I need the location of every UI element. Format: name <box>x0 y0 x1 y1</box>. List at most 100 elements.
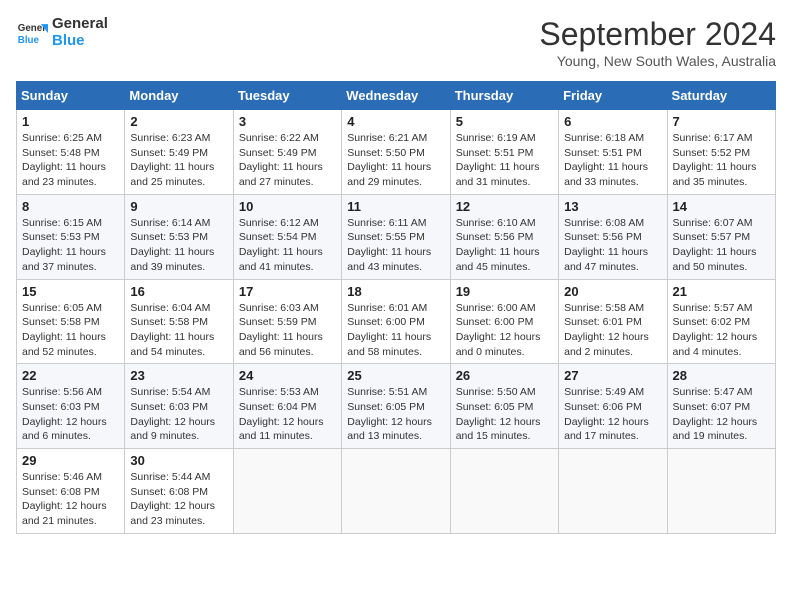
day-number: 16 <box>130 284 227 299</box>
logo-icon: General Blue <box>16 17 48 49</box>
calendar-week-row: 22 Sunrise: 5:56 AM Sunset: 6:03 PM Dayl… <box>17 364 776 449</box>
day-info: Sunrise: 6:14 AM Sunset: 5:53 PM Dayligh… <box>130 216 227 275</box>
daylight-label: Daylight: 11 hours and 58 minutes. <box>347 331 431 358</box>
sunrise-label: Sunrise: 6:18 AM <box>564 132 644 144</box>
sunset-label: Sunset: 5:53 PM <box>130 231 208 243</box>
calendar-cell: 24 Sunrise: 5:53 AM Sunset: 6:04 PM Dayl… <box>233 364 341 449</box>
daylight-label: Daylight: 12 hours and 6 minutes. <box>22 416 107 443</box>
calendar-week-row: 29 Sunrise: 5:46 AM Sunset: 6:08 PM Dayl… <box>17 449 776 534</box>
daylight-label: Daylight: 11 hours and 23 minutes. <box>22 161 106 188</box>
day-number: 21 <box>673 284 770 299</box>
calendar-cell: 22 Sunrise: 5:56 AM Sunset: 6:03 PM Dayl… <box>17 364 125 449</box>
daylight-label: Daylight: 11 hours and 37 minutes. <box>22 246 106 273</box>
sunrise-label: Sunrise: 6:07 AM <box>673 217 753 229</box>
calendar-cell: 13 Sunrise: 6:08 AM Sunset: 5:56 PM Dayl… <box>559 194 667 279</box>
calendar-cell: 23 Sunrise: 5:54 AM Sunset: 6:03 PM Dayl… <box>125 364 233 449</box>
sunset-label: Sunset: 5:51 PM <box>564 147 642 159</box>
calendar-header-row: SundayMondayTuesdayWednesdayThursdayFrid… <box>17 82 776 110</box>
calendar-cell: 21 Sunrise: 5:57 AM Sunset: 6:02 PM Dayl… <box>667 279 775 364</box>
daylight-label: Daylight: 11 hours and 25 minutes. <box>130 161 214 188</box>
daylight-label: Daylight: 12 hours and 9 minutes. <box>130 416 215 443</box>
day-number: 19 <box>456 284 553 299</box>
sunrise-label: Sunrise: 6:19 AM <box>456 132 536 144</box>
calendar-cell: 2 Sunrise: 6:23 AM Sunset: 5:49 PM Dayli… <box>125 110 233 195</box>
daylight-label: Daylight: 12 hours and 15 minutes. <box>456 416 541 443</box>
sunrise-label: Sunrise: 5:50 AM <box>456 386 536 398</box>
calendar-cell: 1 Sunrise: 6:25 AM Sunset: 5:48 PM Dayli… <box>17 110 125 195</box>
sunrise-label: Sunrise: 6:21 AM <box>347 132 427 144</box>
day-number: 12 <box>456 199 553 214</box>
calendar-cell <box>450 449 558 534</box>
calendar-cell: 4 Sunrise: 6:21 AM Sunset: 5:50 PM Dayli… <box>342 110 450 195</box>
day-info: Sunrise: 5:47 AM Sunset: 6:07 PM Dayligh… <box>673 385 770 444</box>
day-number: 26 <box>456 368 553 383</box>
sunrise-label: Sunrise: 6:15 AM <box>22 217 102 229</box>
day-info: Sunrise: 6:11 AM Sunset: 5:55 PM Dayligh… <box>347 216 444 275</box>
sunrise-label: Sunrise: 5:44 AM <box>130 471 210 483</box>
day-info: Sunrise: 5:54 AM Sunset: 6:03 PM Dayligh… <box>130 385 227 444</box>
logo-blue: Blue <box>52 33 108 50</box>
sunset-label: Sunset: 6:00 PM <box>456 316 534 328</box>
calendar-cell: 5 Sunrise: 6:19 AM Sunset: 5:51 PM Dayli… <box>450 110 558 195</box>
sunset-label: Sunset: 6:08 PM <box>22 486 100 498</box>
calendar-cell: 29 Sunrise: 5:46 AM Sunset: 6:08 PM Dayl… <box>17 449 125 534</box>
day-info: Sunrise: 6:08 AM Sunset: 5:56 PM Dayligh… <box>564 216 661 275</box>
sunset-label: Sunset: 5:58 PM <box>130 316 208 328</box>
sunrise-label: Sunrise: 5:58 AM <box>564 302 644 314</box>
sunset-label: Sunset: 5:48 PM <box>22 147 100 159</box>
calendar-cell <box>233 449 341 534</box>
daylight-label: Daylight: 11 hours and 54 minutes. <box>130 331 214 358</box>
daylight-label: Daylight: 11 hours and 45 minutes. <box>456 246 540 273</box>
calendar-cell: 25 Sunrise: 5:51 AM Sunset: 6:05 PM Dayl… <box>342 364 450 449</box>
daylight-label: Daylight: 11 hours and 35 minutes. <box>673 161 757 188</box>
calendar-day-header: Thursday <box>450 82 558 110</box>
day-info: Sunrise: 6:03 AM Sunset: 5:59 PM Dayligh… <box>239 301 336 360</box>
calendar-cell <box>559 449 667 534</box>
calendar-cell: 15 Sunrise: 6:05 AM Sunset: 5:58 PM Dayl… <box>17 279 125 364</box>
day-number: 28 <box>673 368 770 383</box>
daylight-label: Daylight: 12 hours and 0 minutes. <box>456 331 541 358</box>
day-info: Sunrise: 5:44 AM Sunset: 6:08 PM Dayligh… <box>130 470 227 529</box>
sunset-label: Sunset: 5:51 PM <box>456 147 534 159</box>
sunrise-label: Sunrise: 5:49 AM <box>564 386 644 398</box>
day-info: Sunrise: 6:05 AM Sunset: 5:58 PM Dayligh… <box>22 301 119 360</box>
sunset-label: Sunset: 5:59 PM <box>239 316 317 328</box>
calendar-week-row: 1 Sunrise: 6:25 AM Sunset: 5:48 PM Dayli… <box>17 110 776 195</box>
day-number: 11 <box>347 199 444 214</box>
sunset-label: Sunset: 5:55 PM <box>347 231 425 243</box>
sunset-label: Sunset: 5:52 PM <box>673 147 751 159</box>
sunrise-label: Sunrise: 6:08 AM <box>564 217 644 229</box>
day-number: 3 <box>239 114 336 129</box>
sunset-label: Sunset: 5:54 PM <box>239 231 317 243</box>
daylight-label: Daylight: 12 hours and 2 minutes. <box>564 331 649 358</box>
calendar-day-header: Tuesday <box>233 82 341 110</box>
day-number: 4 <box>347 114 444 129</box>
day-info: Sunrise: 6:17 AM Sunset: 5:52 PM Dayligh… <box>673 131 770 190</box>
day-number: 5 <box>456 114 553 129</box>
calendar-table: SundayMondayTuesdayWednesdayThursdayFrid… <box>16 81 776 534</box>
sunrise-label: Sunrise: 6:11 AM <box>347 217 426 229</box>
calendar-cell: 18 Sunrise: 6:01 AM Sunset: 6:00 PM Dayl… <box>342 279 450 364</box>
daylight-label: Daylight: 11 hours and 50 minutes. <box>673 246 757 273</box>
day-number: 6 <box>564 114 661 129</box>
calendar-cell: 19 Sunrise: 6:00 AM Sunset: 6:00 PM Dayl… <box>450 279 558 364</box>
title-block: September 2024 Young, New South Wales, A… <box>539 16 776 69</box>
calendar-cell: 26 Sunrise: 5:50 AM Sunset: 6:05 PM Dayl… <box>450 364 558 449</box>
sunset-label: Sunset: 6:02 PM <box>673 316 751 328</box>
day-info: Sunrise: 6:04 AM Sunset: 5:58 PM Dayligh… <box>130 301 227 360</box>
sunrise-label: Sunrise: 6:17 AM <box>673 132 753 144</box>
day-info: Sunrise: 5:57 AM Sunset: 6:02 PM Dayligh… <box>673 301 770 360</box>
daylight-label: Daylight: 12 hours and 11 minutes. <box>239 416 324 443</box>
day-number: 17 <box>239 284 336 299</box>
day-info: Sunrise: 6:12 AM Sunset: 5:54 PM Dayligh… <box>239 216 336 275</box>
day-number: 13 <box>564 199 661 214</box>
sunset-label: Sunset: 5:53 PM <box>22 231 100 243</box>
sunrise-label: Sunrise: 6:12 AM <box>239 217 319 229</box>
sunrise-label: Sunrise: 5:47 AM <box>673 386 753 398</box>
daylight-label: Daylight: 11 hours and 52 minutes. <box>22 331 106 358</box>
day-info: Sunrise: 6:01 AM Sunset: 6:00 PM Dayligh… <box>347 301 444 360</box>
calendar-cell: 14 Sunrise: 6:07 AM Sunset: 5:57 PM Dayl… <box>667 194 775 279</box>
calendar-day-header: Monday <box>125 82 233 110</box>
day-number: 10 <box>239 199 336 214</box>
sunrise-label: Sunrise: 5:57 AM <box>673 302 753 314</box>
